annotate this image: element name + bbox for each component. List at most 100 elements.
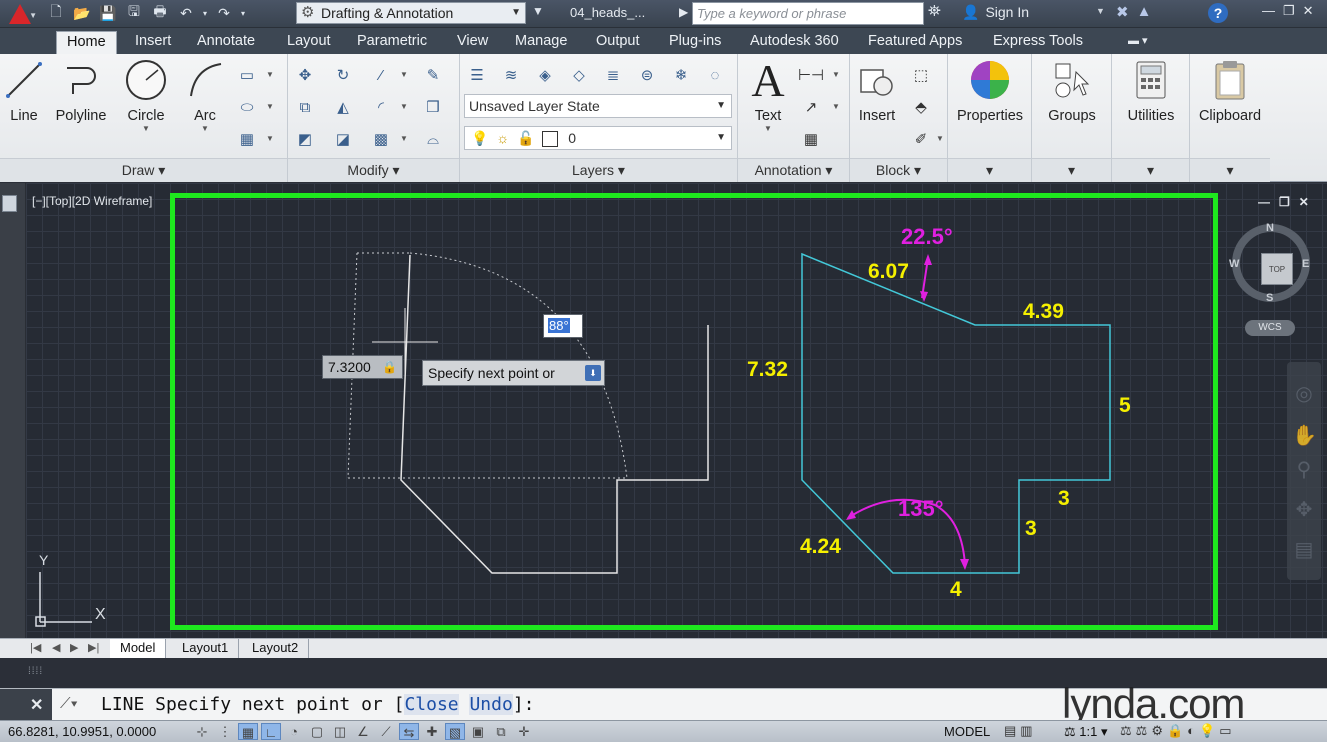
utilities-tool[interactable]: Utilities <box>1116 58 1186 124</box>
steering-wheel-icon[interactable]: ◎ <box>1292 382 1316 406</box>
command-close-icon[interactable]: ✕ <box>30 695 43 715</box>
layer-unisolate-icon[interactable]: ◇ <box>566 62 592 88</box>
sign-in-dropdown-icon[interactable]: ▼ <box>1096 6 1105 16</box>
dynamic-ucs-icon[interactable]: ⟋ <box>376 723 396 740</box>
grid-display-icon[interactable]: ▦ <box>238 723 258 740</box>
dynamic-length-input[interactable]: 7.3200 🔒 <box>322 355 403 379</box>
new-icon[interactable]: 🗋 <box>44 2 68 24</box>
circle-tool[interactable]: Circle ▼ <box>122 58 170 133</box>
layer-select[interactable]: 💡 ☼ 🔓 0 ▼ <box>464 126 732 150</box>
tab-view[interactable]: View <box>457 33 488 49</box>
quick-view-drawings-icon[interactable]: ▥ <box>1020 723 1032 739</box>
boundary-dropdown-icon[interactable]: ▼ <box>266 134 274 143</box>
pan-icon[interactable]: ✋ <box>1292 424 1317 448</box>
snap-mode-icon[interactable]: ⋮ <box>215 723 235 740</box>
zoom-icon[interactable]: ⚲ <box>1292 458 1316 482</box>
compass-east[interactable]: E <box>1302 258 1309 270</box>
wcs-menu[interactable]: WCS <box>1245 320 1295 336</box>
modify-panel-footer[interactable]: Modify ▾ <box>288 158 459 182</box>
offset-icon[interactable]: ⌓ <box>420 126 446 152</box>
layers-panel-footer[interactable]: Layers ▾ <box>460 158 737 182</box>
tab-home[interactable]: Home <box>56 31 117 55</box>
hatch-dropdown-icon[interactable]: ▼ <box>266 102 274 111</box>
copy-icon[interactable]: ⧉ <box>292 94 318 120</box>
coordinates-readout[interactable]: 66.8281, 10.9951, 0.0000 <box>8 724 156 739</box>
layer-isolate-icon[interactable]: ◈ <box>532 62 558 88</box>
undo-icon[interactable]: ↶ <box>174 2 198 24</box>
binoculars-icon[interactable]: ⛯ <box>928 3 941 21</box>
viewport-close-icon[interactable]: ✕ <box>1299 195 1309 209</box>
viewport-restore-icon[interactable]: ❐ <box>1279 195 1290 209</box>
layer-change-icon[interactable]: ⊜ <box>634 62 660 88</box>
rectangle-icon[interactable]: ▭ <box>234 62 260 88</box>
layer-state-select[interactable]: Unsaved Layer State ▼ <box>464 94 732 118</box>
object-snap-tracking-icon[interactable]: ∠ <box>353 723 373 740</box>
trim-dropdown-icon[interactable]: ▼ <box>400 70 408 79</box>
annotation-visibility-icon[interactable]: ⚖ <box>1120 723 1132 739</box>
polar-tracking-icon[interactable]: ◔ <box>284 723 304 740</box>
viewport-minimize-icon[interactable]: — <box>1258 195 1270 209</box>
previous-layout-icon[interactable]: ◀ <box>52 641 60 654</box>
quick-view-layouts-icon[interactable]: ▤ <box>1004 723 1016 739</box>
model-space-button[interactable]: MODEL <box>944 724 990 739</box>
tab-model[interactable]: Model <box>110 639 167 658</box>
fillet-dropdown-icon[interactable]: ▼ <box>400 102 408 111</box>
insert-tool[interactable]: Insert <box>852 58 902 124</box>
selection-cycling-icon[interactable]: ⧉ <box>491 723 511 740</box>
tab-autodesk-360[interactable]: Autodesk 360 <box>750 33 839 49</box>
tab-insert[interactable]: Insert <box>135 33 171 49</box>
command-option-close[interactable]: Close <box>404 694 459 715</box>
erase-icon[interactable]: ✎ <box>420 62 446 88</box>
arc-dropdown-icon[interactable]: ▼ <box>182 124 228 133</box>
auto-scale-icon[interactable]: ⚖ <box>1136 723 1148 739</box>
ribbon-options-icon[interactable]: ▬ ▾ <box>1128 34 1148 47</box>
explode-icon[interactable]: ❒ <box>420 94 446 120</box>
rectangle-dropdown-icon[interactable]: ▼ <box>266 70 274 79</box>
dynamic-angle-input[interactable]: 88° <box>543 314 583 338</box>
command-grip-icon[interactable]: ⁞⁞⁞⁞ <box>28 666 43 677</box>
edit-attributes-dropdown-icon[interactable]: ▼ <box>936 134 944 143</box>
isolate-objects-icon[interactable]: 💡 <box>1199 723 1215 739</box>
line-tool[interactable]: Line <box>2 58 46 124</box>
hardware-acceleration-icon[interactable]: ◐ <box>1187 723 1195 739</box>
workspace-select[interactable]: ⚙ Drafting & Annotation ▼ <box>296 2 526 24</box>
compass-north[interactable]: N <box>1266 222 1274 234</box>
workspace-switch-icon[interactable]: ⚙ <box>1151 723 1163 739</box>
undo-dropdown-icon[interactable]: ▾ <box>200 2 210 24</box>
scale-icon[interactable]: ◪ <box>330 126 356 152</box>
tab-featured-apps[interactable]: Featured Apps <box>868 33 962 49</box>
infer-constraints-icon[interactable]: ⊹ <box>192 723 212 740</box>
command-input[interactable]: LINE Specify next point or [Close Undo]: <box>101 694 535 715</box>
tab-layout2[interactable]: Layout2 <box>242 639 310 658</box>
stretch-icon[interactable]: ◩ <box>292 126 318 152</box>
orbit-icon[interactable]: ✥ <box>1292 498 1316 522</box>
tab-plug-ins[interactable]: Plug-ins <box>669 33 721 49</box>
tab-manage[interactable]: Manage <box>515 33 567 49</box>
annotation-panel-footer[interactable]: Annotation ▾ <box>738 158 849 182</box>
open-icon[interactable]: 📂 <box>70 2 94 24</box>
tab-express-tools[interactable]: Express Tools <box>993 33 1083 49</box>
compass-west[interactable]: W <box>1229 258 1239 270</box>
redo-dropdown-icon[interactable]: ▾ <box>238 2 248 24</box>
tab-layout[interactable]: Layout <box>287 33 331 49</box>
leader-dropdown-icon[interactable]: ▼ <box>832 102 840 111</box>
application-menu-button[interactable]: ▼ <box>0 0 40 28</box>
clipboard-tool[interactable]: Clipboard <box>1192 58 1268 124</box>
autodesk-360-icon[interactable]: ▲ <box>1137 3 1152 21</box>
restore-icon[interactable]: ❐ <box>1283 3 1295 19</box>
layer-off-icon[interactable]: ◌ <box>702 62 728 88</box>
lineweight-icon[interactable]: ✚ <box>422 723 442 740</box>
viewcube-top-face[interactable]: TOP <box>1261 253 1293 285</box>
boundary-icon[interactable]: ▦ <box>234 126 260 152</box>
array-icon[interactable]: ▩ <box>368 126 394 152</box>
search-input[interactable]: Type a keyword or phrase <box>692 2 924 25</box>
sign-in-button[interactable]: 👤 Sign In <box>962 4 1029 21</box>
redo-icon[interactable]: ↷ <box>212 2 236 24</box>
leader-icon[interactable]: ↗ <box>798 94 824 120</box>
trim-icon[interactable]: ⁄ <box>368 62 394 88</box>
rotate-icon[interactable]: ↻ <box>330 62 356 88</box>
options-arrow-icon[interactable]: ⬇ <box>585 365 601 381</box>
viewport-controls-label[interactable]: [−][Top][2D Wireframe] <box>32 194 152 208</box>
text-tool[interactable]: A Text ▼ <box>744 55 792 134</box>
table-icon[interactable]: ▦ <box>798 126 824 152</box>
